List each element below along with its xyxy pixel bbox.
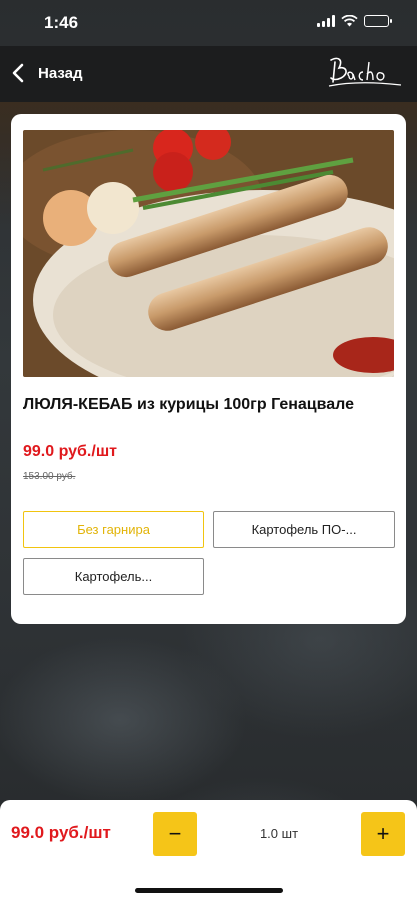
- home-indicator[interactable]: [135, 888, 283, 893]
- product-price: 99.0 руб./шт: [23, 443, 117, 460]
- nav-bar: Назад: [0, 46, 417, 102]
- product-photo: [23, 130, 394, 377]
- status-time: 1:46: [44, 13, 79, 32]
- battery-icon: [364, 15, 392, 27]
- status-bar: 1:46: [0, 0, 417, 46]
- product-card: ЛЮЛЯ-КЕБАБ из курицы 100гр Генацвале 99.…: [11, 114, 406, 624]
- status-icons: [317, 15, 392, 27]
- chevron-left-icon: [12, 60, 26, 86]
- back-label: Назад: [38, 64, 83, 82]
- back-button[interactable]: Назад: [12, 60, 82, 86]
- option-potato-2[interactable]: Картофель...: [23, 558, 204, 595]
- option-no-garnish[interactable]: Без гарнира: [23, 511, 204, 548]
- home-indicator-area: [0, 867, 417, 900]
- decrease-quantity-button[interactable]: −: [153, 812, 197, 856]
- increase-quantity-button[interactable]: +: [361, 812, 405, 856]
- order-bar: 99.0 руб./шт − 1.0 шт +: [0, 800, 417, 867]
- quantity-value: 1.0 шт: [259, 826, 299, 841]
- wifi-icon: [341, 15, 358, 27]
- order-price: 99.0 руб./шт: [11, 823, 111, 842]
- product-old-price: 153.00 руб.: [23, 471, 76, 482]
- signal-icon: [317, 15, 335, 27]
- product-title: ЛЮЛЯ-КЕБАБ из курицы 100гр Генацвале: [23, 396, 354, 413]
- bacho-logo: [325, 52, 405, 96]
- option-potato-1[interactable]: Картофель ПО-...: [213, 511, 395, 548]
